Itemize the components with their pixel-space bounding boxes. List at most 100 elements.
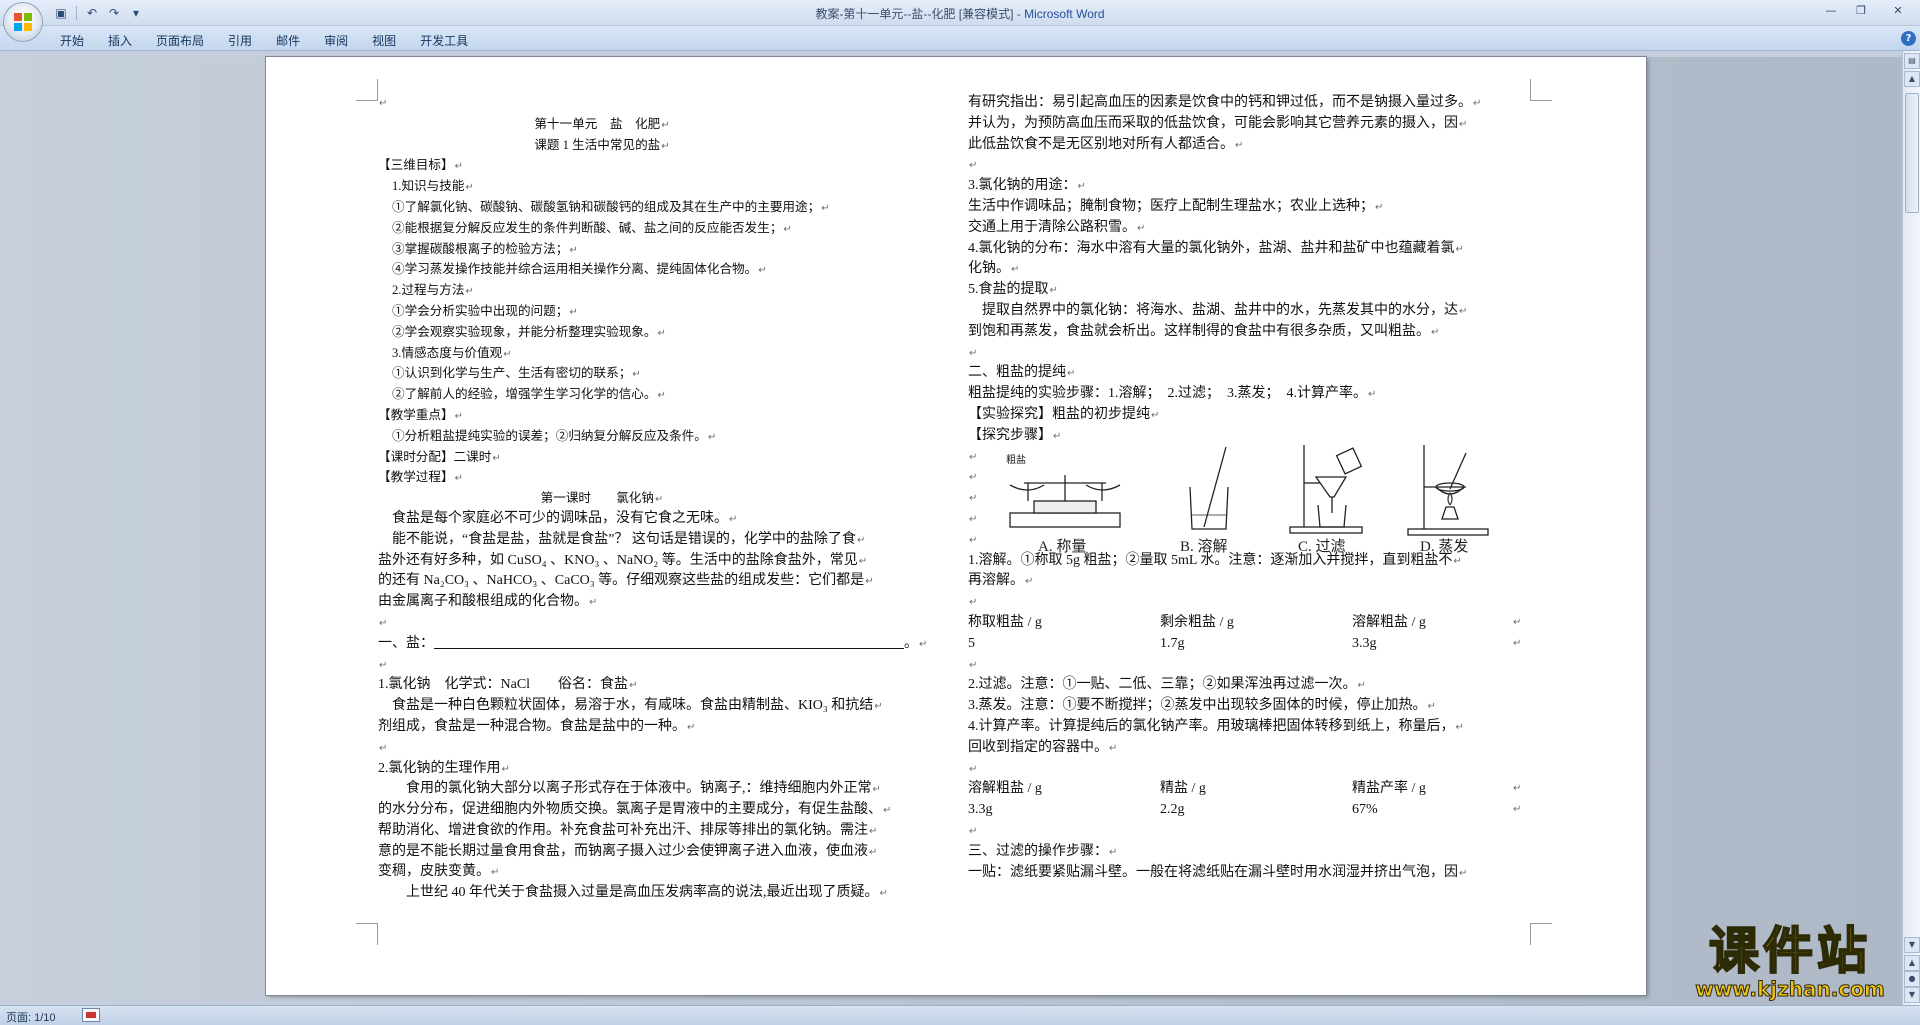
line-text: 2.过程与方法 — [392, 283, 465, 298]
ribbon-tabs: 开始 插入 页面布局 引用 邮件 审阅 视图 开发工具 — [48, 30, 480, 51]
line-text: ①分析粗盐提纯实验的误差；②归纳复分解反应及条件。 — [392, 428, 707, 443]
line-text: 的还有 Na₂CO₃ 、NaHCO₃ 、CaCO₃ 等。仔细观察这些盐的组成发些… — [378, 573, 865, 589]
right-text-column[interactable]: 有研究指出：易引起高血压的因素是饮食中的钙和钾过低，而不是钠摄入量过多。↵ 并认为… — [968, 93, 1536, 883]
line-text: 到饱和再蒸发，食盐就会析出。这样制得的食盐中有很多杂质，又叫粗盐。 — [968, 323, 1430, 339]
paragraph-mark-icon: ↵ — [1453, 555, 1462, 567]
paragraph-line: 变稠，皮肤变黄。↵ — [378, 862, 826, 883]
ribbon-tab[interactable]: 视图 — [360, 30, 408, 51]
paragraph-mark-icon: ↵ — [1368, 389, 1377, 401]
ribbon-tab[interactable]: 引用 — [216, 30, 264, 51]
line-text: ①学会分析实验中出现的问题； — [392, 303, 569, 318]
apparatus-drawing: 粗盐 A. 称量 B. 溶解 C. 过滤 D. 蒸发 — [1006, 444, 1489, 555]
paragraph-line: 食盐是一种白色颗粒状固体，易溶于水，有咸味。食盐由精制盐、KIO₃ 和抗结↵ — [378, 696, 883, 717]
margin-corner-mark — [356, 79, 378, 101]
line-text: ③掌握碳酸根离子的检验方法； — [392, 241, 569, 256]
figure-paragraph-marks: ↵ ↵ ↵ ↵ ↵ — [969, 451, 978, 546]
vertical-scrollbar[interactable]: ▤ ▲ ▼ ▲ ● ▼ — [1902, 51, 1920, 1005]
paragraph-mark-icon: ↵ — [879, 888, 888, 900]
maximize-icon[interactable]: ❐ — [1846, 0, 1876, 20]
document-page[interactable]: ↵ 第十一单元 盐 化肥↵ 课题 1 生活中常见的盐↵ 【三维目标】↵ 1.知识与技能↵… — [266, 57, 1646, 995]
paragraph-mark-icon: ↵ — [1459, 305, 1468, 317]
ruler-toggle-icon[interactable]: ▤ — [1904, 53, 1920, 69]
paragraph-mark-icon: ↵ — [661, 140, 670, 152]
paragraph-line: 三、过滤的操作步骤：↵ — [968, 842, 1536, 863]
paragraph-line: 化钠。↵ — [968, 259, 1536, 280]
table1-value-row: 5 1.7g 3.3g ↵ — [968, 634, 1536, 655]
line-text: 的水分分布，促进细胞内外物质交换。氯离子是胃液中的主要成分，有促生盐酸、 — [378, 802, 882, 818]
ribbon-tab[interactable]: 页面布局 — [144, 30, 216, 51]
table1-value-cell: 3.3g — [1352, 635, 1377, 651]
figure-caption-b: B. 溶解 — [1180, 538, 1228, 555]
left-text-column[interactable]: ↵ 第十一单元 盐 化肥↵ 课题 1 生活中常见的盐↵ 【三维目标】↵ 1.知识与技能↵… — [378, 93, 927, 904]
line-text: 由金属离子和酸根组成的化合物。 — [378, 594, 588, 610]
line-text: 1.溶解。①称取 5g 粗盐；②量取 5mL 水。注意：逐渐加入并搅拌，直到粗盐… — [968, 552, 1453, 568]
balance-icon — [1009, 474, 1121, 528]
line-text: 课题 1 生活中常见的盐 — [534, 137, 661, 152]
paragraph-mark-icon: ↵ — [858, 555, 868, 567]
minimize-icon[interactable]: — — [1816, 0, 1846, 20]
line-text: 再溶解。 — [968, 573, 1024, 589]
fill-in-blank — [434, 635, 904, 649]
line-text: 第十一单元 盐 化肥 — [534, 116, 661, 131]
paragraph-line: ↵ — [968, 592, 1536, 613]
paragraph-line: 【三维目标】↵ — [378, 155, 826, 176]
line-text: 1.知识与技能 — [392, 179, 465, 194]
paragraph-mark-icon: ↵ — [969, 659, 978, 671]
paragraph-line: ↵ — [378, 738, 826, 759]
paragraph-line: 的水分分布，促进细胞内外物质交换。氯离子是胃液中的主要成分，有促生盐酸、↵ — [378, 800, 891, 821]
paragraph-mark-icon: ↵ — [1049, 285, 1058, 297]
paragraph-line: 第一课时 氯化钠↵ — [378, 488, 826, 509]
paragraph-mark-icon: ↵ — [379, 742, 388, 754]
paragraph-mark-icon: ↵ — [1025, 576, 1034, 588]
line-text: 3.氯化钠的用途： — [968, 178, 1077, 194]
line-text: 【三维目标】 — [378, 158, 454, 173]
paragraph-line: ②学会观察实验现象，并能分析整理实验现象。↵ — [378, 322, 826, 343]
line-text: 一、盐： — [378, 635, 434, 651]
close-icon[interactable]: ✕ — [1876, 0, 1920, 20]
paragraph-mark-icon: ↵ — [569, 244, 578, 256]
paragraph-mark-icon: ↵ — [687, 721, 696, 733]
paragraph-line: ①认识到化学与生产、生活有密切的联系；↵ — [378, 363, 826, 384]
ribbon-tab[interactable]: 开始 — [48, 30, 96, 51]
ribbon-tab[interactable]: 开发工具 — [408, 30, 480, 51]
ribbon-tab[interactable]: 审阅 — [312, 30, 360, 51]
document-workspace: ↵ 第十一单元 盐 化肥↵ 课题 1 生活中常见的盐↵ 【三维目标】↵ 1.知识与技能↵… — [0, 51, 1902, 1005]
paragraph-mark-icon: ↵ — [661, 119, 670, 131]
paragraph-mark-icon: ↵ — [707, 431, 717, 443]
line-text: 交通上用于清除公路积雪。 — [968, 219, 1136, 235]
paragraph-line: ①学会分析实验中出现的问题；↵ — [378, 301, 826, 322]
paragraph-line: 此低盐饮食不是无区别地对所有人都适合。↵ — [968, 135, 1536, 156]
scrollbar-thumb[interactable] — [1905, 93, 1919, 213]
paragraph-line: ④学习蒸发操作技能并综合运用相关操作分离、提纯固体化合物。↵ — [378, 259, 826, 280]
paragraph-line: 1.知识与技能↵ — [378, 176, 826, 197]
table2-header-cell: 精盐产率 / g — [1352, 781, 1426, 797]
paragraph-line: 2.氯化钠的生理作用↵ — [378, 759, 826, 780]
paragraph-line: 交通上用于清除公路积雪。↵ — [968, 218, 1536, 239]
paragraph-line: 回收到指定的容器中。↵ — [968, 738, 1536, 759]
paragraph-mark-icon: ↵ — [869, 825, 878, 837]
paragraph-line: 3.蒸发。注意：①要不断搅拌；②蒸发中出现较多固体的时候，停止加热。↵ — [968, 696, 1536, 717]
scroll-up-icon[interactable]: ▲ — [1904, 71, 1920, 87]
line-text: 此低盐饮食不是无区别地对所有人都适合。 — [968, 136, 1234, 152]
end-of-row-mark: ↵ — [1513, 783, 1522, 795]
page-counter[interactable]: 页面: 1/10 — [6, 1009, 56, 1025]
paragraph-line: ②能根据复分解反应发生的条件判断酸、碱、盐之间的反应能否发生；↵ — [378, 218, 826, 239]
watermark-title: 课件站 — [1708, 922, 1871, 980]
table2-header-cell: 精盐 / g — [1160, 781, 1206, 797]
line-text: 5.食盐的提取 — [968, 282, 1049, 298]
paragraph-mark-icon: ↵ — [654, 494, 664, 506]
paragraph-mark-icon: ↵ — [1077, 181, 1086, 193]
help-icon[interactable]: ? — [1901, 31, 1916, 46]
ribbon-tab[interactable]: 插入 — [96, 30, 144, 51]
ribbon-tab[interactable]: 邮件 — [264, 30, 312, 51]
paragraph-mark-icon: ↵ — [454, 410, 463, 422]
paragraph-mark-icon: ↵ — [465, 286, 474, 298]
paragraph-line: 粗盐提纯的实验步骤：1.溶解； 2.过滤； 3.蒸发； 4.计算产率。↵ — [968, 384, 1536, 405]
office-button[interactable] — [3, 2, 43, 42]
table2-value-cell: 3.3g — [968, 802, 993, 818]
language-icon[interactable] — [82, 1008, 100, 1022]
paragraph-line: ↵ — [968, 155, 1536, 176]
window-controls: — ❐ ✕ — [1816, 0, 1920, 20]
paragraph-mark-icon: ↵ — [501, 763, 510, 775]
paragraph-line: 3.情感态度与价值观↵ — [378, 343, 826, 364]
